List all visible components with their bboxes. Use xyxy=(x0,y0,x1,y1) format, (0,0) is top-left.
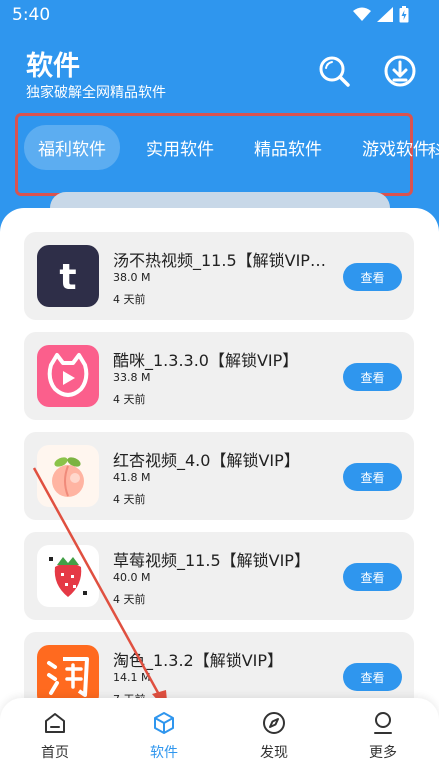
nav-more-label: 更多 xyxy=(369,745,397,761)
app-size: 40.0 M xyxy=(113,571,151,584)
nav-more[interactable]: 更多 xyxy=(353,710,413,762)
nav-software[interactable]: 软件 xyxy=(134,710,194,762)
download-icon[interactable] xyxy=(383,54,417,88)
app-date: 4 天前 xyxy=(113,493,146,506)
category-tabs: 福利软件 实用软件 精品软件 游戏软件 xyxy=(24,124,439,170)
peach-icon xyxy=(37,445,99,507)
page-subtitle: 独家破解全网精品软件 xyxy=(26,85,166,101)
view-button[interactable]: 查看 xyxy=(343,363,402,391)
app-date: 4 天前 xyxy=(113,593,146,606)
strawberry-icon xyxy=(37,545,99,607)
page-title: 软件 xyxy=(26,51,80,82)
app-size: 14.1 M xyxy=(113,671,151,684)
view-button[interactable]: 查看 xyxy=(343,463,402,491)
tab-game-software[interactable]: 游戏软件 xyxy=(348,125,439,170)
app-name: 淘色_1.3.2【解锁VIP】 xyxy=(113,651,284,670)
nav-software-label: 软件 xyxy=(150,745,178,761)
nav-discover-label: 发现 xyxy=(260,745,288,761)
signal-icon xyxy=(377,7,393,22)
app-size: 33.8 M xyxy=(113,371,151,384)
app-list: t 汤不热视频_11.5【解锁VIP… 38.0 M 4 天前 查看 酷咪_1.… xyxy=(24,232,414,732)
nav-discover[interactable]: 发现 xyxy=(244,710,304,762)
list-item[interactable]: 红杏视频_4.0【解锁VIP】 41.8 M 4 天前 查看 xyxy=(24,432,414,520)
app-name: 酷咪_1.3.3.0【解锁VIP】 xyxy=(113,351,299,370)
app-size: 38.0 M xyxy=(113,271,151,284)
wifi-icon xyxy=(353,7,371,21)
tab-partial[interactable]: 科 xyxy=(428,137,439,162)
bottom-nav: 首页 软件 发现 更多 xyxy=(0,698,439,780)
cat-play-icon xyxy=(37,345,99,407)
status-time: 5:40 xyxy=(12,5,51,25)
list-item[interactable]: t 汤不热视频_11.5【解锁VIP… 38.0 M 4 天前 查看 xyxy=(24,232,414,320)
app-name: 草莓视频_11.5【解锁VIP】 xyxy=(113,551,310,570)
view-button[interactable]: 查看 xyxy=(343,563,402,591)
cube-icon xyxy=(154,712,174,734)
app-date: 4 天前 xyxy=(113,393,146,406)
view-button[interactable]: 查看 xyxy=(343,263,402,291)
app-name: 红杏视频_4.0【解锁VIP】 xyxy=(113,451,300,470)
compass-icon xyxy=(263,712,285,734)
nav-home[interactable]: 首页 xyxy=(25,710,85,762)
user-icon xyxy=(374,712,392,734)
home-icon xyxy=(45,713,65,733)
list-item[interactable]: 草莓视频_11.5【解锁VIP】 40.0 M 4 天前 查看 xyxy=(24,532,414,620)
list-item[interactable]: 酷咪_1.3.3.0【解锁VIP】 33.8 M 4 天前 查看 xyxy=(24,332,414,420)
battery-icon xyxy=(399,6,409,23)
nav-home-label: 首页 xyxy=(41,745,69,761)
search-icon[interactable] xyxy=(317,54,351,88)
view-button[interactable]: 查看 xyxy=(343,663,402,691)
tab-welfare-software[interactable]: 福利软件 xyxy=(24,124,120,170)
svg-text:t: t xyxy=(59,257,76,298)
tab-utility-software[interactable]: 实用软件 xyxy=(132,125,228,170)
app-name: 汤不热视频_11.5【解锁VIP… xyxy=(113,251,326,270)
tumblr-t-icon: t xyxy=(37,245,99,307)
status-bar: 5:40 xyxy=(0,0,439,34)
app-size: 41.8 M xyxy=(113,471,151,484)
tab-premium-software[interactable]: 精品软件 xyxy=(240,125,336,170)
app-date: 4 天前 xyxy=(113,293,146,306)
